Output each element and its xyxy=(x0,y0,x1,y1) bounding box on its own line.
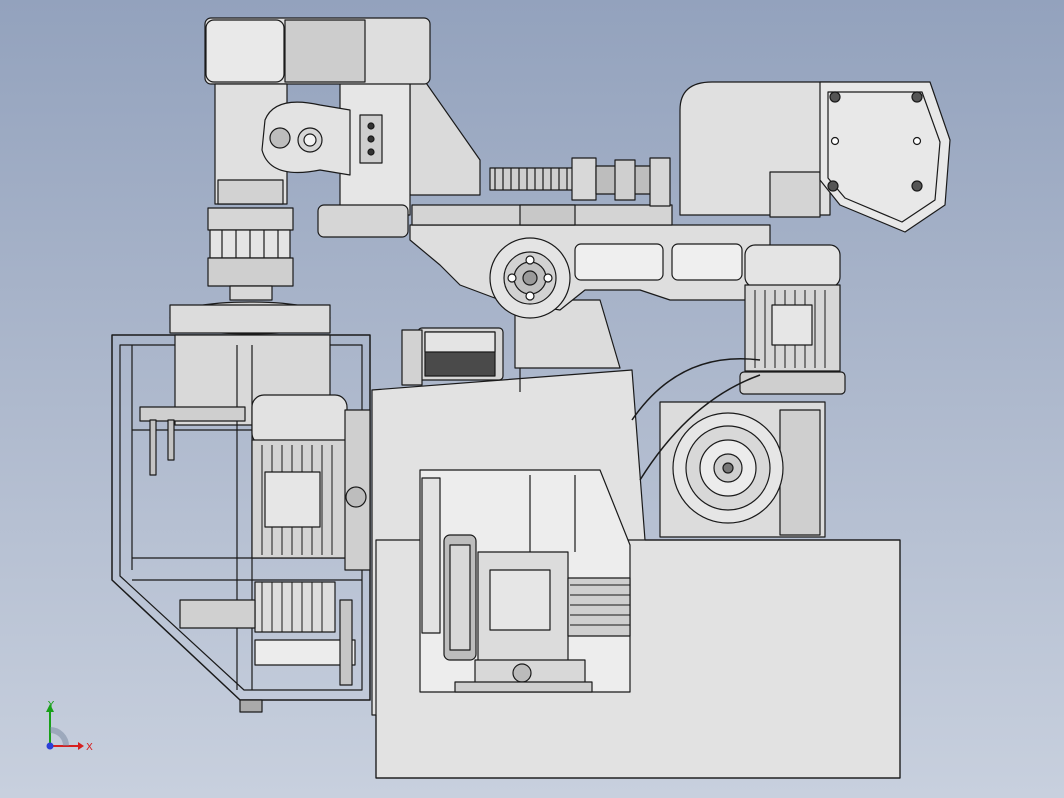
graphics-viewport[interactable]: X Y xyxy=(0,0,1064,798)
pivot-hub[interactable] xyxy=(489,237,571,319)
cad-model-drawing[interactable] xyxy=(0,0,1064,798)
left-motor[interactable] xyxy=(251,394,371,571)
coupling-stack[interactable] xyxy=(169,207,331,335)
clamp-link[interactable] xyxy=(261,101,351,176)
triad-y-label: Y xyxy=(47,700,55,711)
triad-z-axis xyxy=(46,742,54,750)
carriage-arm[interactable] xyxy=(409,204,771,311)
lower-left-drive[interactable] xyxy=(179,581,356,713)
upper-gearbox[interactable] xyxy=(679,81,951,233)
lead-screw[interactable] xyxy=(489,157,671,207)
air-cylinder[interactable] xyxy=(401,327,504,386)
triad-x-label: X xyxy=(86,742,93,753)
right-motor[interactable] xyxy=(739,244,846,395)
triad-x-arrow xyxy=(78,742,84,750)
coordinate-triad: X Y xyxy=(46,700,93,753)
